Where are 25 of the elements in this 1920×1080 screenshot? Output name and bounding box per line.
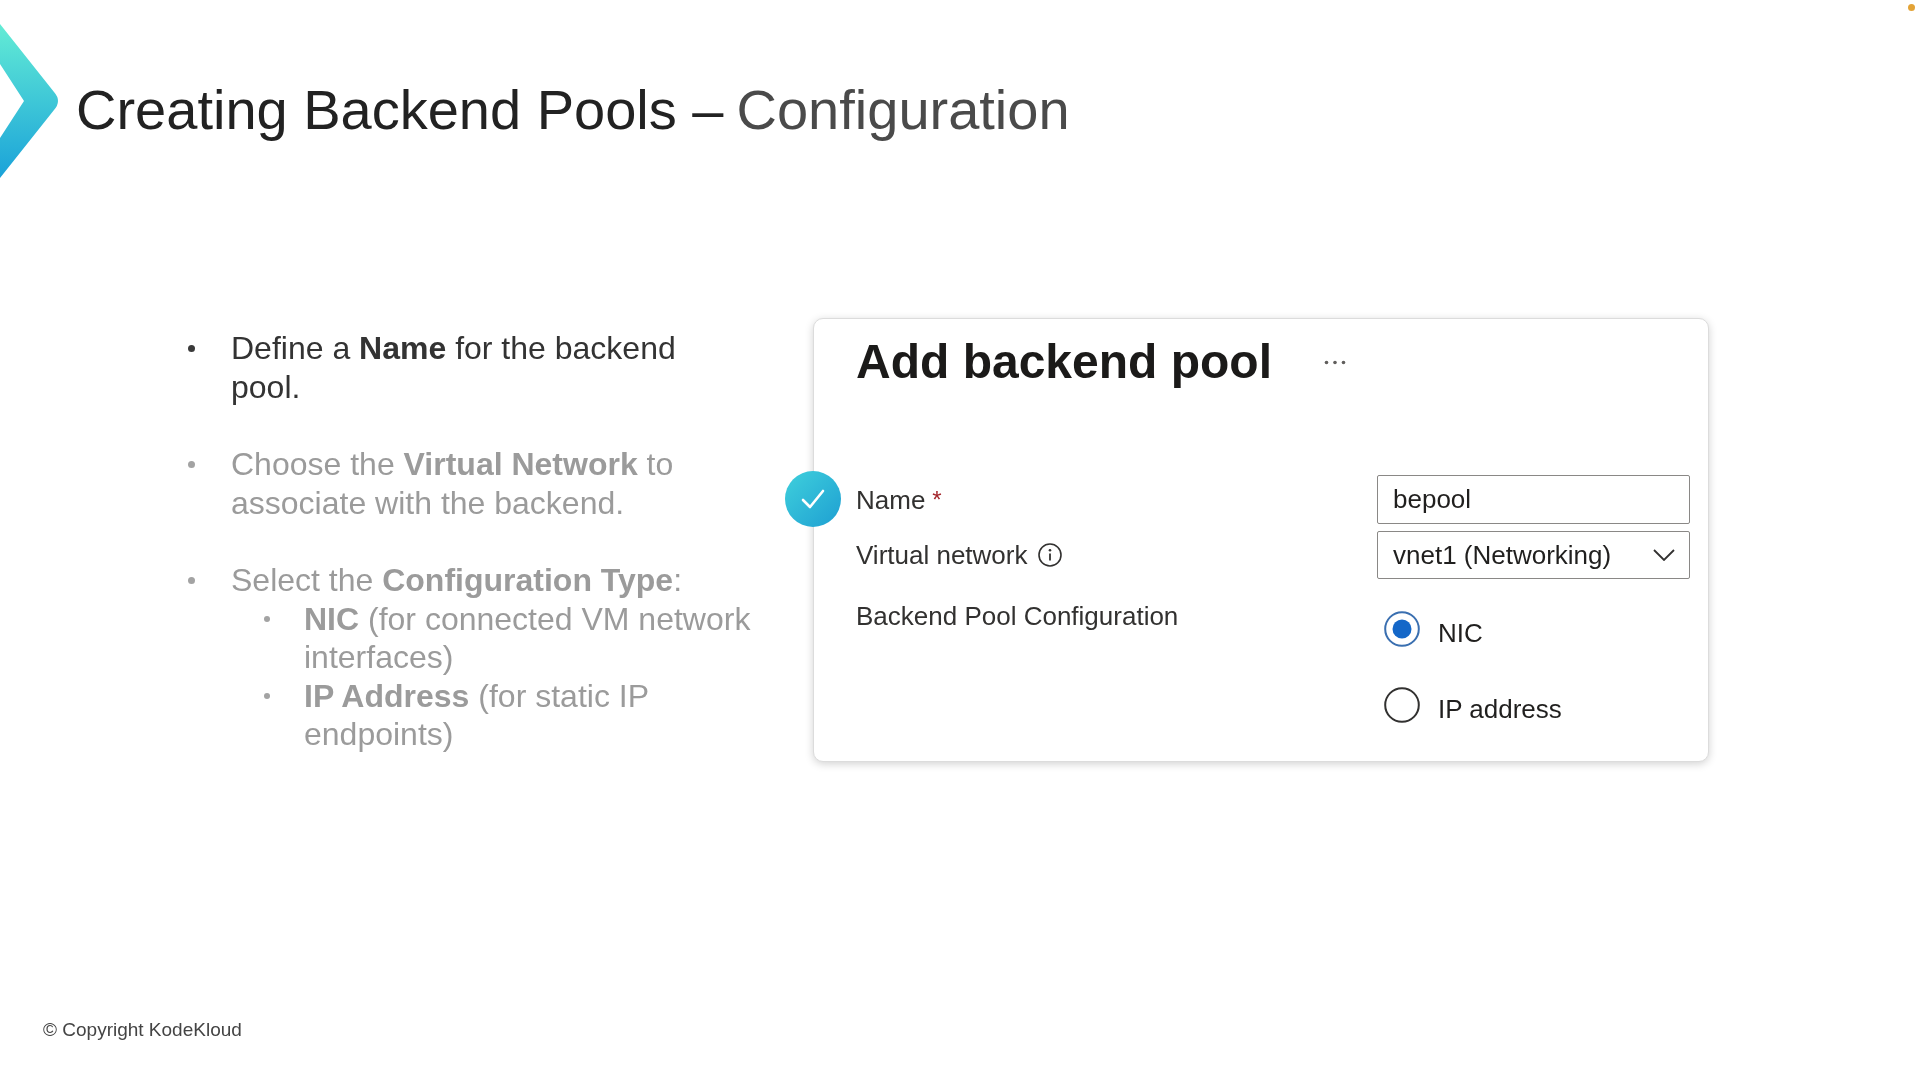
sub-bullet-text: IP Address (for static IP endpoints) <box>304 676 650 754</box>
sub-bullet-text: NIC (for connected VM network interfaces) <box>304 599 752 677</box>
radio-icon[interactable] <box>1384 687 1420 723</box>
radio-icon[interactable] <box>1384 611 1420 647</box>
more-options-icon[interactable] <box>1324 359 1346 365</box>
bullet-text: Define a Name for the backend pool. <box>231 329 677 406</box>
text-input-field[interactable]: bepool <box>1377 475 1690 524</box>
field-label: Virtual network <box>856 540 1028 570</box>
bullet-text: Choose the Virtual Network to associate with the backend. <box>231 445 675 522</box>
dropdown-select[interactable]: vnet1 (Networking) <box>1377 531 1690 579</box>
bullet-icon <box>188 577 195 584</box>
field-label: Backend Pool Configuration <box>856 601 1179 631</box>
bullet-icon <box>264 692 270 699</box>
bullet-text: Select the Configuration Type: <box>231 561 684 600</box>
info-icon[interactable] <box>1037 543 1062 567</box>
field-label: Name <box>856 484 926 515</box>
radio-option[interactable]: IP address <box>1384 687 1562 723</box>
bullet-icon <box>188 461 195 468</box>
bullet-icon <box>188 345 195 352</box>
radio-option[interactable]: NIC <box>1384 611 1483 647</box>
required-mark: * <box>932 484 942 515</box>
chevron-down-icon <box>1653 549 1675 561</box>
copyright-text: © Copyright KodeKloud <box>43 1019 242 1040</box>
bullet-icon <box>264 615 270 622</box>
panel-title: Add backend pool <box>856 334 1272 390</box>
